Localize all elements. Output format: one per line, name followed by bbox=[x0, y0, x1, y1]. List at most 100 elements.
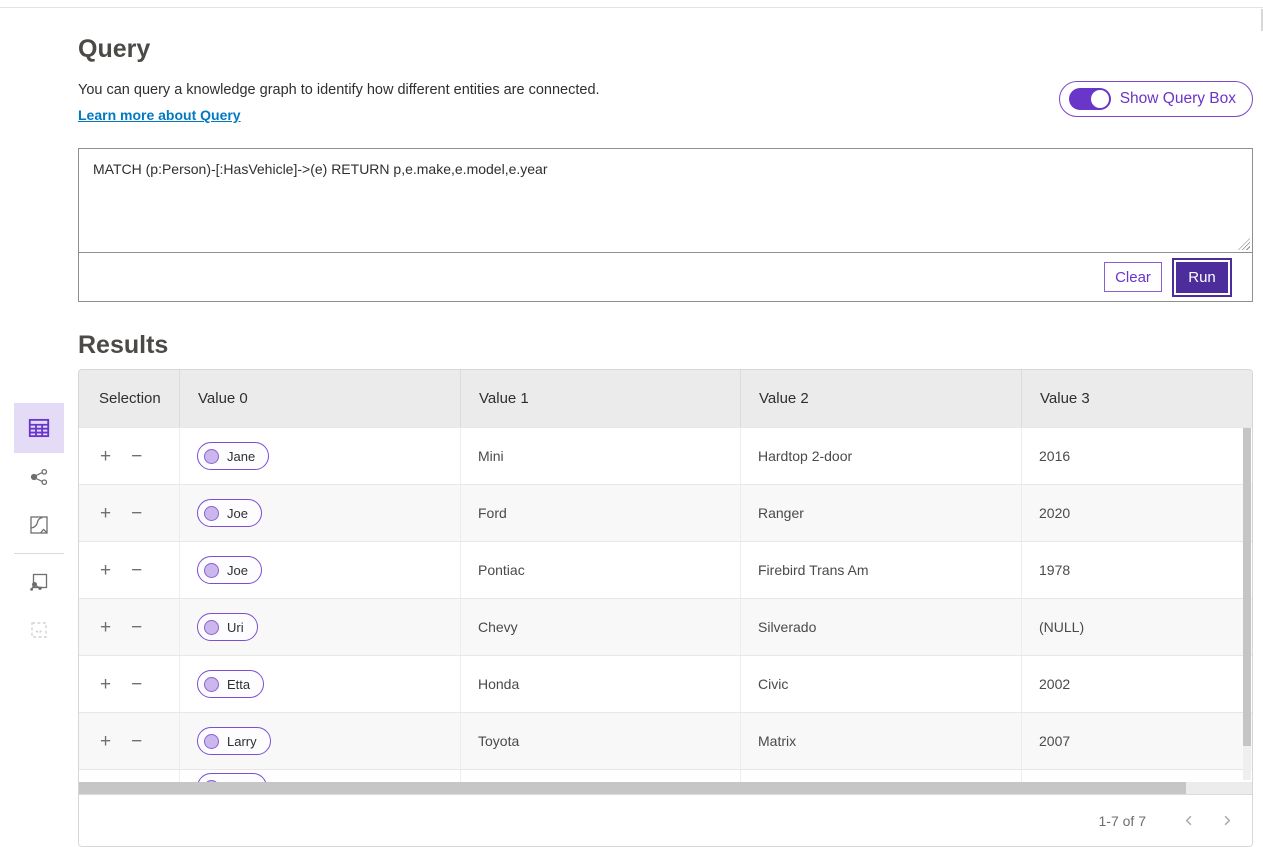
add-to-selection-button[interactable]: + bbox=[100, 561, 111, 580]
sidebar-divider bbox=[14, 553, 64, 554]
table-row: +−UriChevySilverado(NULL) bbox=[79, 598, 1252, 655]
entity-name: Uri bbox=[227, 620, 244, 635]
horizontal-scrollbar-thumb[interactable] bbox=[79, 782, 1186, 794]
selection-cell: +− bbox=[79, 599, 180, 655]
value-cell: 1978 bbox=[1022, 542, 1252, 598]
toggle-switch-icon[interactable] bbox=[1069, 88, 1111, 110]
view-sidebar bbox=[14, 403, 64, 654]
query-textarea[interactable]: MATCH (p:Person)-[:HasVehicle]->(e) RETU… bbox=[79, 149, 1252, 252]
value-cell: Pontiac bbox=[461, 542, 741, 598]
table-body: +−JaneMiniHardtop 2-door2016+−JoeFordRan… bbox=[79, 427, 1252, 769]
add-to-selection-button[interactable]: + bbox=[100, 732, 111, 751]
horizontal-scrollbar[interactable] bbox=[79, 782, 1252, 794]
entity-pill[interactable]: Uri bbox=[197, 613, 258, 641]
value-cell: 2020 bbox=[1022, 485, 1252, 541]
remove-from-selection-button[interactable]: − bbox=[131, 675, 142, 694]
toggle-label: Show Query Box bbox=[1120, 90, 1236, 108]
results-table: SelectionValue 0Value 1Value 2Value 3 +−… bbox=[78, 369, 1253, 847]
remove-from-selection-button[interactable]: − bbox=[131, 447, 142, 466]
entity-pill[interactable]: Jane bbox=[197, 442, 269, 470]
remove-from-selection-button[interactable]: − bbox=[131, 732, 142, 751]
entity-icon bbox=[204, 449, 219, 464]
entity-name: Joe bbox=[227, 506, 248, 521]
add-to-selection-button[interactable]: + bbox=[100, 675, 111, 694]
add-to-link-chart-icon bbox=[27, 570, 51, 594]
entity-pill[interactable]: Joe bbox=[197, 499, 262, 527]
entity-pill[interactable]: Etta bbox=[197, 670, 264, 698]
learn-more-link[interactable]: Learn more about Query bbox=[78, 107, 241, 123]
table-view-icon bbox=[26, 415, 52, 441]
sidebar-item-link-chart-view[interactable] bbox=[14, 453, 64, 501]
page-title: Query bbox=[78, 35, 1263, 64]
table-row-partial bbox=[79, 769, 1252, 782]
column-header: Selection bbox=[79, 370, 180, 427]
table-row: +−JoePontiacFirebird Trans Am1978 bbox=[79, 541, 1252, 598]
entity-cell: Jane bbox=[180, 428, 461, 484]
show-query-box-toggle[interactable]: Show Query Box bbox=[1059, 81, 1253, 117]
value-cell: Honda bbox=[461, 656, 741, 712]
sidebar-item-add-to-map bbox=[14, 606, 64, 654]
value-cell: 2016 bbox=[1022, 428, 1252, 484]
table-row: +−EttaHondaCivic2002 bbox=[79, 655, 1252, 712]
value-cell: Silverado bbox=[741, 599, 1022, 655]
map-view-icon bbox=[27, 513, 51, 537]
add-to-map-icon bbox=[27, 618, 51, 642]
remove-from-selection-button[interactable]: − bbox=[131, 504, 142, 523]
top-divider bbox=[0, 0, 1263, 8]
chevron-right-icon bbox=[1219, 813, 1234, 828]
selection-cell: +− bbox=[79, 656, 180, 712]
entity-cell: Joe bbox=[180, 542, 461, 598]
add-to-selection-button[interactable]: + bbox=[100, 447, 111, 466]
remove-from-selection-button[interactable]: − bbox=[131, 618, 142, 637]
entity-icon bbox=[204, 734, 219, 749]
selection-cell: +− bbox=[79, 713, 180, 769]
entity-pill[interactable]: Joe bbox=[197, 556, 262, 584]
table-row: +−JoeFordRanger2020 bbox=[79, 484, 1252, 541]
sidebar-item-table-view[interactable] bbox=[14, 403, 64, 453]
query-box: MATCH (p:Person)-[:HasVehicle]->(e) RETU… bbox=[78, 148, 1253, 302]
results-area: SelectionValue 0Value 1Value 2Value 3 +−… bbox=[0, 369, 1263, 847]
value-cell: Ford bbox=[461, 485, 741, 541]
entity-icon bbox=[204, 620, 219, 635]
vertical-scrollbar-thumb[interactable] bbox=[1243, 428, 1251, 746]
remove-from-selection-button[interactable]: − bbox=[131, 561, 142, 580]
entity-icon bbox=[204, 677, 219, 692]
add-to-selection-button[interactable]: + bbox=[100, 504, 111, 523]
run-button[interactable]: Run bbox=[1176, 262, 1228, 293]
vertical-scrollbar[interactable] bbox=[1243, 428, 1251, 780]
page: Query You can query a knowledge graph to… bbox=[0, 0, 1263, 847]
link-chart-view-icon bbox=[27, 465, 51, 489]
previous-page-button[interactable] bbox=[1180, 811, 1199, 830]
query-box-footer: Clear Run bbox=[79, 253, 1252, 301]
results-title: Results bbox=[78, 331, 1263, 360]
entity-icon bbox=[204, 563, 219, 578]
value-cell: 2002 bbox=[1022, 656, 1252, 712]
entity-name: Larry bbox=[227, 734, 257, 749]
value-cell: Hardtop 2-door bbox=[741, 428, 1022, 484]
entity-pill[interactable] bbox=[197, 773, 267, 782]
value-cell: Mini bbox=[461, 428, 741, 484]
entity-cell: Joe bbox=[180, 485, 461, 541]
entity-pill[interactable]: Larry bbox=[197, 727, 271, 755]
entity-icon bbox=[204, 506, 219, 521]
entity-name: Jane bbox=[227, 449, 255, 464]
chevron-left-icon bbox=[1182, 813, 1197, 828]
selection-cell: +− bbox=[79, 485, 180, 541]
sidebar-item-map-view[interactable] bbox=[14, 501, 64, 549]
table-header: SelectionValue 0Value 1Value 2Value 3 bbox=[79, 370, 1252, 427]
selection-cell: +− bbox=[79, 542, 180, 598]
value-cell: (NULL) bbox=[1022, 599, 1252, 655]
table-row: + − Jane MiniHardtop 2-door2016 bbox=[79, 427, 1252, 484]
value-cell: Matrix bbox=[741, 713, 1022, 769]
value-cell: Civic bbox=[741, 656, 1022, 712]
table-footer: 1-7 of 7 bbox=[79, 794, 1252, 846]
value-cell: Firebird Trans Am bbox=[741, 542, 1022, 598]
value-cell: 2007 bbox=[1022, 713, 1252, 769]
add-to-selection-button[interactable]: + bbox=[100, 618, 111, 637]
column-header: Value 3 bbox=[1022, 370, 1252, 427]
value-cell: Chevy bbox=[461, 599, 741, 655]
entity-cell: Etta bbox=[180, 656, 461, 712]
sidebar-item-add-to-link-chart[interactable] bbox=[14, 558, 64, 606]
clear-button[interactable]: Clear bbox=[1104, 262, 1162, 292]
next-page-button[interactable] bbox=[1217, 811, 1236, 830]
